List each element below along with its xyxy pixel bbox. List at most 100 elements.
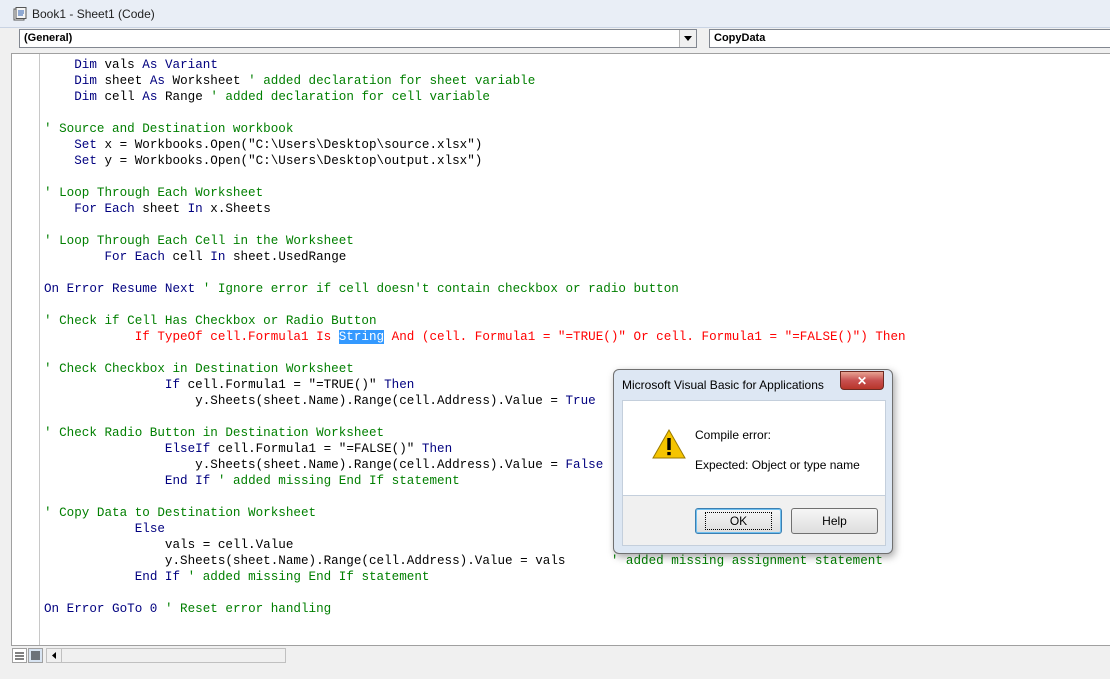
dialog-footer: OK Help	[622, 496, 886, 546]
procedure-view-icon	[15, 652, 24, 659]
code-token: sheet.UsedRange	[225, 250, 347, 264]
code-token: y.Sheets(sheet.Name).Range(cell.Address)…	[44, 554, 611, 568]
code-line[interactable]: Set y = Workbooks.Open("C:\Users\Desktop…	[44, 153, 1104, 169]
code-line[interactable]	[44, 585, 1104, 601]
code-token: And (cell. Formula1 = "=TRUE()" Or cell.…	[384, 330, 906, 344]
code-token: x = Workbooks.Open("C:\Users\Desktop\sou…	[96, 138, 483, 152]
object-dropdown[interactable]: (General)	[19, 29, 697, 48]
code-pane[interactable]: Dim vals As Variant Dim sheet As Workshe…	[44, 57, 1104, 643]
code-token: vals = cell.Value	[44, 538, 294, 552]
code-keyword: Dim	[74, 58, 97, 72]
ok-button-label: OK	[704, 512, 773, 530]
code-line[interactable]: y.Sheets(sheet.Name).Range(cell.Address)…	[44, 457, 1104, 473]
horizontal-scrollbar[interactable]	[46, 648, 286, 663]
code-comment: ' Check if Cell Has Checkbox or Radio Bu…	[44, 314, 377, 328]
ok-button[interactable]: OK	[695, 508, 782, 534]
full-module-view-button[interactable]	[28, 648, 43, 663]
object-dropdown-value: (General)	[24, 32, 73, 44]
code-keyword: Set	[74, 138, 97, 152]
code-comment: ' added missing End If statement	[217, 474, 460, 488]
code-line[interactable]: Dim sheet As Worksheet ' added declarati…	[44, 73, 1104, 89]
code-token: vals	[96, 58, 143, 72]
margin-indicator-bar[interactable]	[12, 54, 40, 646]
code-comment: ' Copy Data to Destination Worksheet	[44, 506, 317, 520]
code-line[interactable]: ' Check Checkbox in Destination Workshee…	[44, 361, 1104, 377]
help-button[interactable]: Help	[791, 508, 878, 534]
code-line[interactable]: For Each cell In sheet.UsedRange	[44, 249, 1104, 265]
code-line[interactable]: Set x = Workbooks.Open("C:\Users\Desktop…	[44, 137, 1104, 153]
code-line[interactable]: If cell.Formula1 = "=TRUE()" Then	[44, 377, 1104, 393]
code-line[interactable]: ' Check Radio Button in Destination Work…	[44, 425, 1104, 441]
code-line[interactable]	[44, 169, 1104, 185]
scroll-left-icon[interactable]	[47, 649, 62, 662]
code-editor[interactable]: Dim vals As Variant Dim sheet As Workshe…	[11, 53, 1110, 646]
chevron-down-icon[interactable]	[679, 30, 696, 47]
warning-icon	[652, 429, 686, 459]
code-line[interactable]: Dim vals As Variant	[44, 57, 1104, 73]
code-line[interactable]: ElseIf cell.Formula1 = "=FALSE()" Then	[44, 441, 1104, 457]
code-comment: ' Loop Through Each Cell in the Workshee…	[44, 234, 354, 248]
code-line[interactable]	[44, 345, 1104, 361]
code-line[interactable]: vals = cell.Value	[44, 537, 1104, 553]
code-keyword: Then	[384, 378, 415, 392]
code-token: y.Sheets(sheet.Name).Range(cell.Address)…	[44, 394, 566, 408]
code-line[interactable]	[44, 297, 1104, 313]
editor-bottom-bar	[11, 645, 1110, 665]
procedure-view-button[interactable]	[12, 648, 27, 663]
code-line[interactable]	[44, 105, 1104, 121]
code-line[interactable]: On Error Resume Next ' Ignore error if c…	[44, 281, 1104, 297]
code-keyword: Else	[134, 522, 165, 536]
code-token: cell.Formula1 = "=FALSE()"	[210, 442, 422, 456]
code-line[interactable]: End If ' added missing End If statement	[44, 569, 1104, 585]
code-line[interactable]	[44, 217, 1104, 233]
code-line[interactable]: On Error GoTo 0 ' Reset error handling	[44, 601, 1104, 617]
selected-text: String	[338, 330, 385, 344]
code-line[interactable]: For Each sheet In x.Sheets	[44, 201, 1104, 217]
code-line[interactable]: y.Sheets(sheet.Name).Range(cell.Address)…	[44, 393, 1104, 409]
vba-editor-window: Book1 - Sheet1 (Code) (General) CopyData…	[0, 0, 1110, 679]
procedure-dropdown-value: CopyData	[714, 32, 766, 44]
code-comment: ' Ignore error if cell doesn't contain c…	[202, 282, 679, 296]
code-line[interactable]: If TypeOf cell.Formula1 Is String And (c…	[44, 329, 1104, 345]
code-line[interactable]: ' Source and Destination workbook	[44, 121, 1104, 137]
code-token: Range	[157, 90, 211, 104]
close-button[interactable]: ✕	[840, 371, 884, 390]
code-keyword: False	[565, 458, 604, 472]
full-module-view-icon	[31, 651, 40, 660]
code-line[interactable]	[44, 489, 1104, 505]
code-keyword: As	[142, 58, 158, 72]
code-line[interactable]: y.Sheets(sheet.Name).Range(cell.Address)…	[44, 553, 1104, 569]
code-keyword: Variant	[164, 58, 218, 72]
code-keyword: In	[210, 250, 226, 264]
code-line[interactable]: ' Check if Cell Has Checkbox or Radio Bu…	[44, 313, 1104, 329]
code-token: cell.Formula1 = "=TRUE()"	[180, 378, 385, 392]
code-line[interactable]: ' Loop Through Each Worksheet	[44, 185, 1104, 201]
code-line[interactable]: ' Loop Through Each Cell in the Workshee…	[44, 233, 1104, 249]
code-keyword: As	[142, 90, 158, 104]
code-line[interactable]	[44, 265, 1104, 281]
code-token: If TypeOf cell.Formula1 Is	[44, 330, 339, 344]
procedure-dropdown[interactable]: CopyData	[709, 29, 1110, 48]
code-comment: ' Check Checkbox in Destination Workshee…	[44, 362, 354, 376]
code-comment: ' added declaration for sheet variable	[248, 74, 536, 88]
code-line[interactable]	[44, 409, 1104, 425]
code-line[interactable]: Else	[44, 521, 1104, 537]
code-token: Worksheet	[164, 74, 249, 88]
code-comment: ' added missing assignment statement	[610, 554, 883, 568]
code-line[interactable]: Dim cell As Range ' added declaration fo…	[44, 89, 1104, 105]
window-title: Book1 - Sheet1 (Code)	[32, 7, 155, 21]
code-module-icon	[13, 7, 27, 21]
code-line[interactable]: ' Copy Data to Destination Worksheet	[44, 505, 1104, 521]
code-line[interactable]: End If ' added missing End If statement	[44, 473, 1104, 489]
